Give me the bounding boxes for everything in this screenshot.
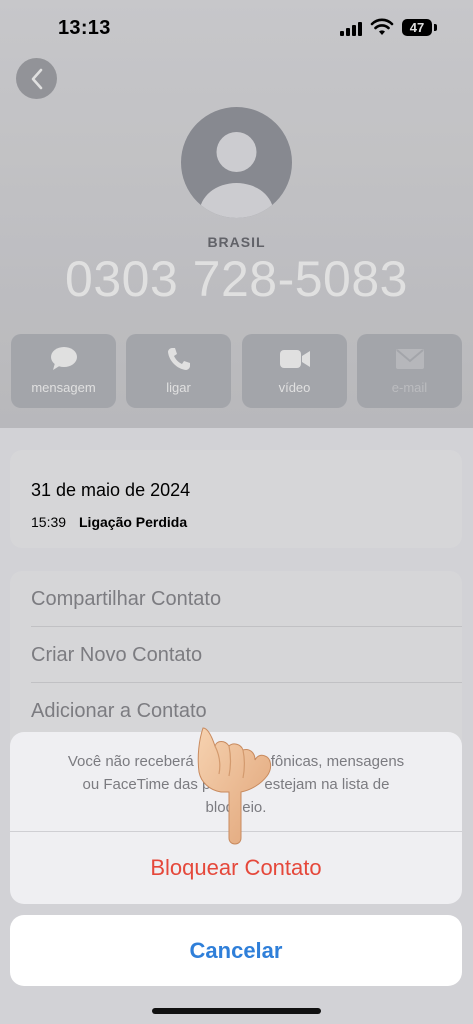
cancel-button[interactable]: Cancelar: [10, 915, 462, 986]
message-line2-end: estejam na lista de: [264, 776, 390, 793]
contact-info-screen: 13:13 47 BRASIL 0303 728-5083 mensagem l…: [0, 0, 473, 1024]
pointing-hand-icon: [197, 727, 272, 845]
home-indicator[interactable]: [152, 1008, 321, 1014]
message-line1-start: Você não receberá li: [67, 753, 205, 770]
